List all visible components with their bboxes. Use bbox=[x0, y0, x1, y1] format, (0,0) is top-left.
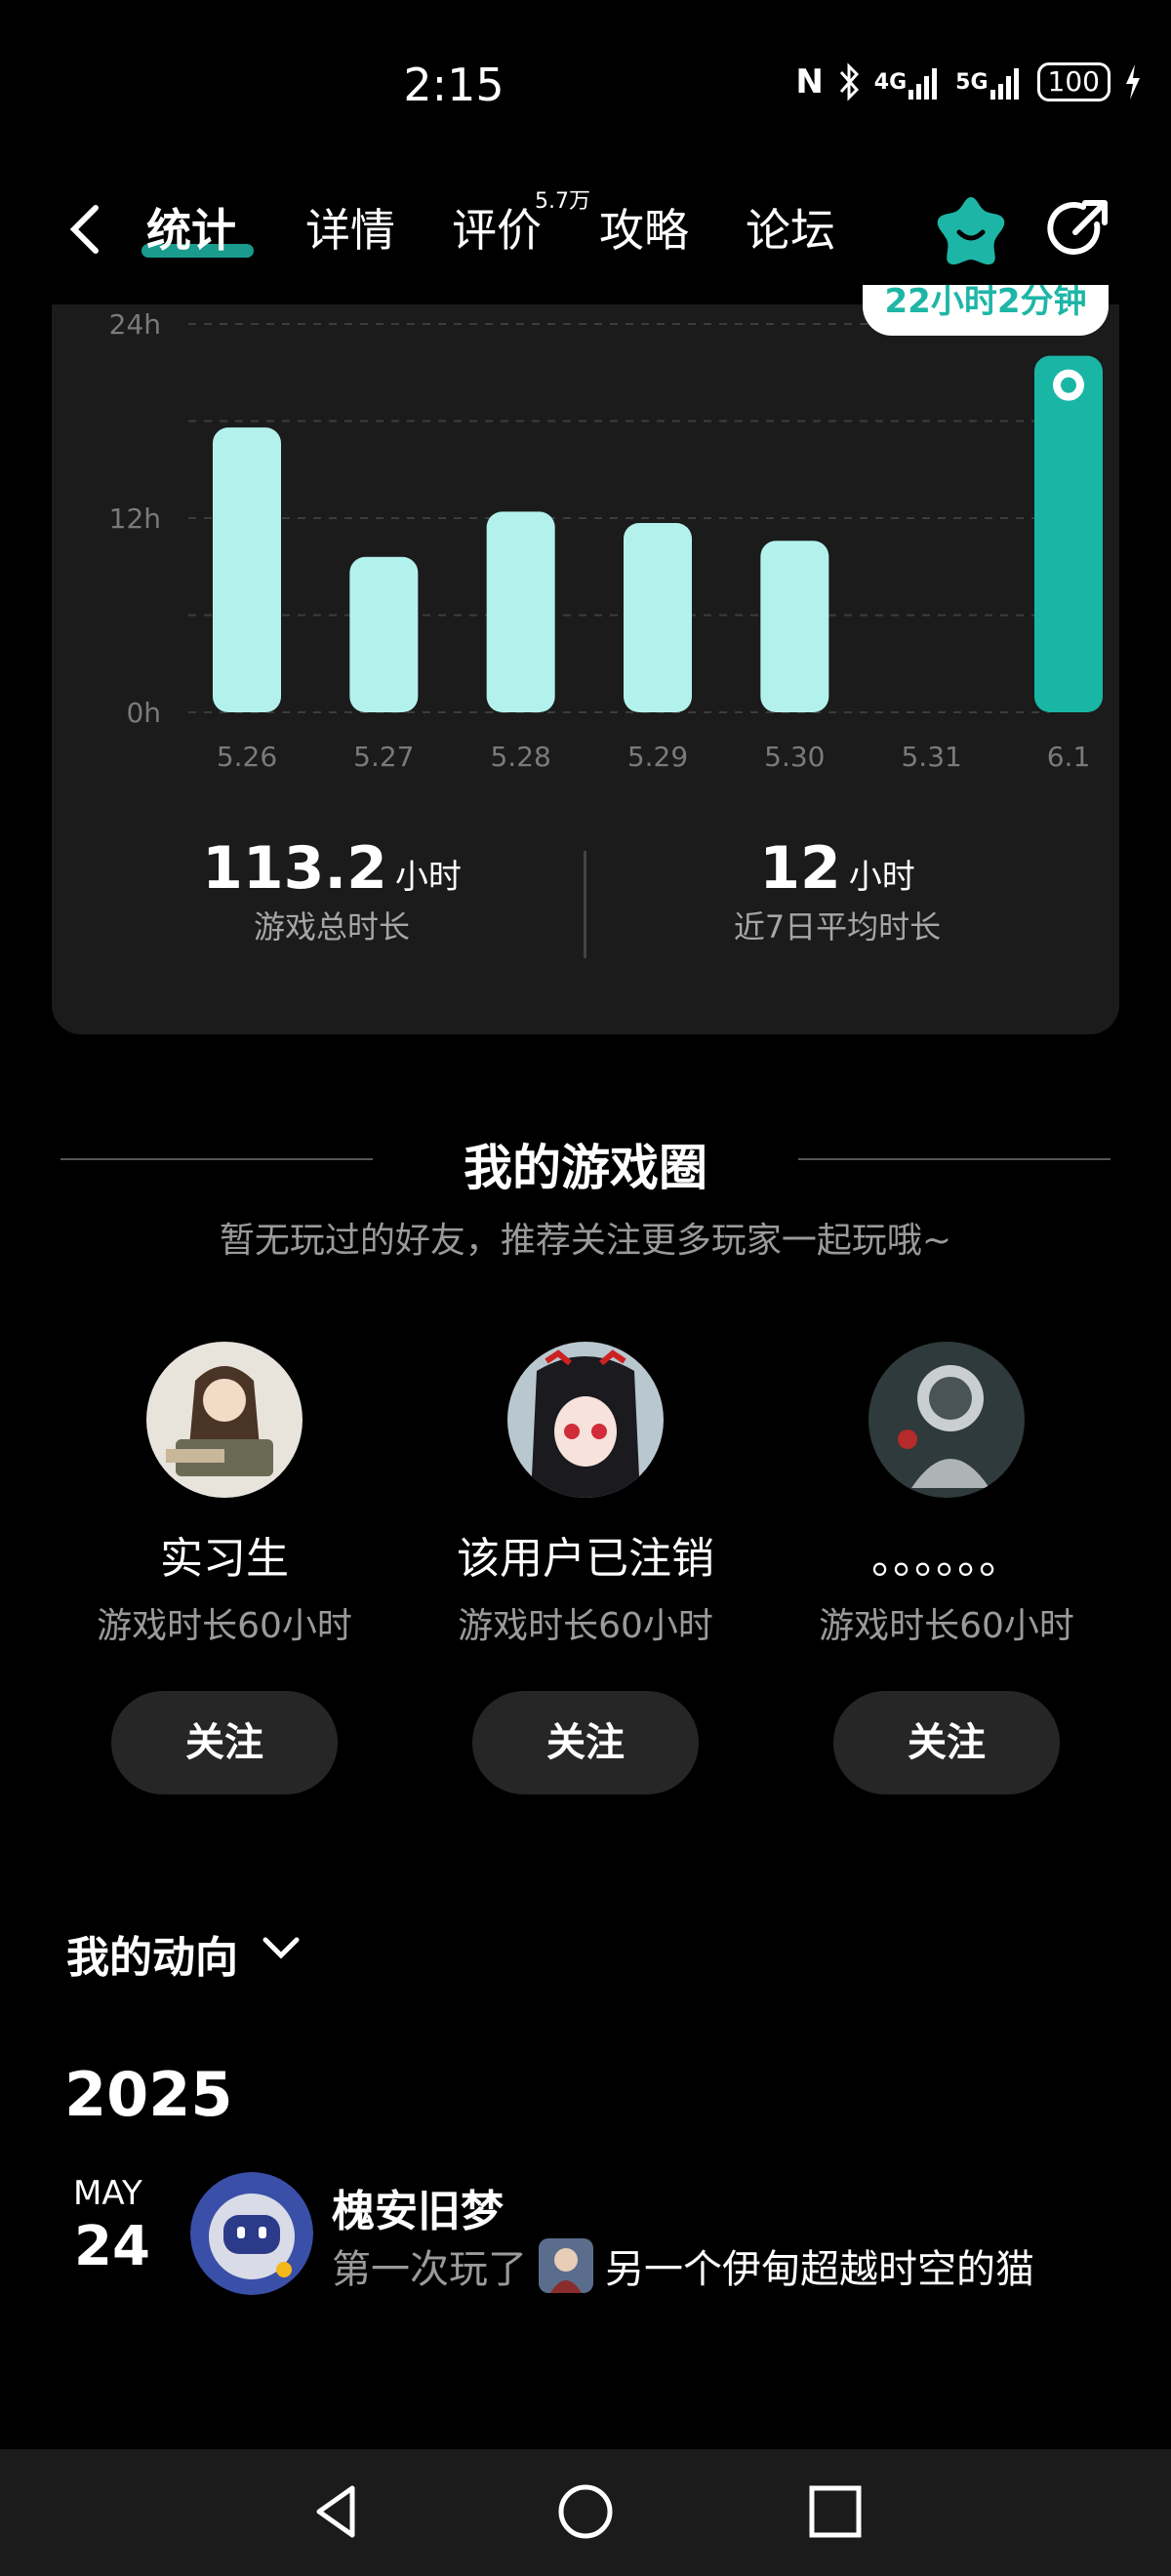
battery-icon: 100 bbox=[1036, 62, 1110, 101]
total-playtime-unit: 小时 bbox=[394, 858, 462, 897]
chevron-down-icon[interactable] bbox=[262, 1934, 301, 1963]
y-tick-label: 0h bbox=[126, 697, 161, 729]
stats-divider bbox=[584, 851, 586, 958]
x-tick-label: 5.30 bbox=[764, 741, 825, 773]
chart-bar bbox=[486, 511, 555, 712]
total-playtime-value: 113.2 bbox=[202, 834, 387, 903]
suggested-user: 。。。。。。 游戏时长60小时 关注 bbox=[766, 1342, 1127, 1794]
avg-playtime-label: 近7日平均时长 bbox=[733, 908, 942, 946]
x-tick-label: 5.31 bbox=[901, 741, 961, 773]
user-name: 该用户已注销 bbox=[457, 1534, 714, 1584]
y-tick-label: 12h bbox=[109, 503, 161, 535]
activity-title[interactable]: 我的动向 bbox=[66, 1922, 238, 1985]
game-circle-subtitle: 暂无玩过的好友，推荐关注更多玩家一起玩哦~ bbox=[219, 1221, 952, 1261]
chart-bar bbox=[624, 522, 692, 712]
user-name: 。。。。。。 bbox=[871, 1534, 1022, 1584]
bar-marker-dot bbox=[1061, 377, 1076, 393]
share-icon[interactable] bbox=[1040, 193, 1114, 267]
x-tick-label: 5.27 bbox=[353, 741, 414, 773]
tab-stats[interactable]: 统计 bbox=[146, 195, 236, 260]
x-tick-label: 5.28 bbox=[490, 741, 550, 773]
nav-back-icon[interactable] bbox=[307, 2482, 366, 2541]
avg-playtime-value: 12 bbox=[759, 834, 841, 903]
follow-button[interactable]: 关注 bbox=[833, 1691, 1060, 1794]
avatar[interactable] bbox=[146, 1342, 303, 1498]
nav-home-icon[interactable] bbox=[556, 2482, 615, 2541]
avg-playtime: 12 小时 近7日平均时长 bbox=[642, 834, 1032, 947]
avatar[interactable] bbox=[507, 1342, 664, 1498]
activity-year: 2025 bbox=[64, 2059, 233, 2130]
x-tick-label: 5.26 bbox=[217, 741, 277, 773]
avatar[interactable] bbox=[868, 1342, 1025, 1498]
status-time: 2:15 bbox=[403, 59, 505, 111]
feed-game-name[interactable]: 另一个伊甸超越时空的猫 bbox=[605, 2237, 1034, 2294]
bluetooth-icon bbox=[837, 60, 861, 103]
signal-icon: 5G bbox=[955, 60, 1023, 103]
user-playtime: 游戏时长60小时 bbox=[458, 1606, 713, 1646]
game-circle-title: 我的游戏圈 bbox=[464, 1140, 707, 1196]
x-tick-label: 6.1 bbox=[1047, 741, 1091, 773]
tab-forum[interactable]: 论坛 bbox=[746, 195, 835, 260]
user-playtime: 游戏时长60小时 bbox=[819, 1606, 1074, 1646]
chart-bar bbox=[349, 556, 419, 712]
follow-button[interactable]: 关注 bbox=[472, 1691, 699, 1794]
chart-tooltip: 22小时2分钟 bbox=[863, 285, 1109, 336]
charging-icon bbox=[1124, 60, 1142, 103]
game-thumbnail[interactable] bbox=[539, 2238, 593, 2293]
playtime-chart: 0h 12h 24h 5.26 5.27 5.28 5.29 5.30 5.31 6.1 bbox=[109, 308, 1103, 773]
favorite-icon[interactable] bbox=[932, 191, 1010, 269]
y-tick-label: 24h bbox=[109, 308, 161, 341]
back-button[interactable] bbox=[59, 200, 117, 259]
feed-username[interactable]: 槐安旧梦 bbox=[332, 2176, 504, 2238]
chart-bar bbox=[1034, 355, 1103, 712]
status-icons: N 4G 5G 100 bbox=[795, 60, 1142, 103]
nfc-icon: N bbox=[795, 62, 824, 101]
user-name: 实习生 bbox=[160, 1534, 289, 1584]
tab-details[interactable]: 详情 bbox=[305, 195, 395, 260]
follow-button[interactable]: 关注 bbox=[111, 1691, 338, 1794]
tab-guides[interactable]: 攻略 bbox=[599, 195, 689, 260]
feed-text: 第一次玩了 另一个伊甸超越时空的猫 bbox=[332, 2237, 1034, 2294]
signal-icon: 4G bbox=[874, 60, 942, 103]
user-playtime: 游戏时长60小时 bbox=[97, 1606, 352, 1646]
total-playtime-label: 游戏总时长 bbox=[253, 908, 410, 946]
suggested-user: 实习生 游戏时长60小时 关注 bbox=[44, 1342, 405, 1794]
activity-day: 24 bbox=[74, 2215, 150, 2278]
total-playtime: 113.2 小时 游戏总时长 bbox=[137, 834, 527, 947]
chart-bar bbox=[213, 427, 281, 712]
review-count-badge: 5.7万 bbox=[535, 189, 590, 214]
suggested-user: 该用户已注销 游戏时长60小时 关注 bbox=[405, 1342, 766, 1794]
tab-reviews[interactable]: 评价 bbox=[452, 195, 542, 260]
nav-recents-icon[interactable] bbox=[808, 2484, 863, 2539]
activity-month: MAY bbox=[73, 2174, 142, 2213]
avatar[interactable] bbox=[190, 2172, 313, 2295]
feed-prefix: 第一次玩了 bbox=[332, 2247, 527, 2292]
chart-bar bbox=[760, 541, 829, 712]
avg-playtime-unit: 小时 bbox=[848, 858, 915, 897]
chevron-left-icon bbox=[69, 205, 99, 254]
x-tick-label: 5.29 bbox=[627, 741, 688, 773]
